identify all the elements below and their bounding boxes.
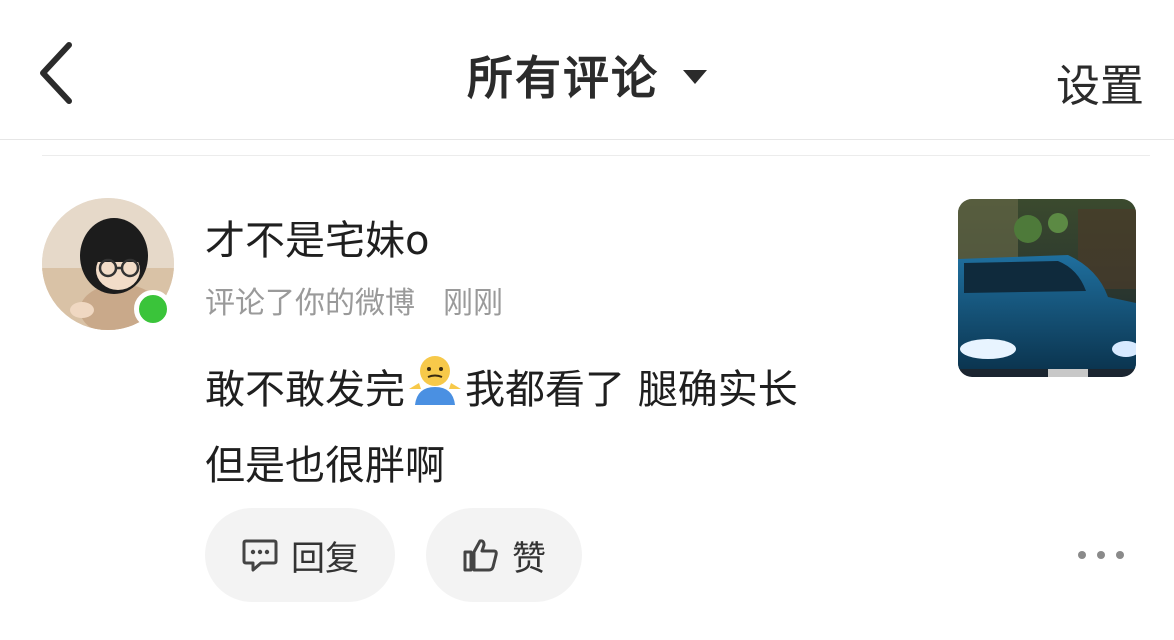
more-horizontal-icon (1097, 551, 1105, 559)
thumbnail-image (958, 199, 1136, 377)
notification-meta: 评论了你的微博 刚刚 (205, 278, 503, 322)
settings-button[interactable]: 设置 (1056, 50, 1144, 114)
caret-down-icon (683, 70, 707, 84)
online-status-dot (134, 290, 172, 328)
like-button[interactable]: 赞 (426, 508, 582, 602)
comment-text: 敢不敢发完 我都看了 腿确实长 但是也很胖啊 (205, 354, 905, 502)
reply-label: 回复 (291, 538, 359, 579)
post-thumbnail[interactable] (958, 199, 1136, 377)
comment-segment: 我都看了 腿确实长 (465, 367, 798, 413)
shrug-emoji-icon (407, 355, 463, 430)
title-dropdown[interactable]: 所有评论 (0, 42, 1174, 108)
divider (42, 155, 1150, 156)
comment-segment: 敢不敢发完 (205, 367, 405, 413)
comment-icon (242, 539, 278, 572)
timestamp: 刚刚 (443, 286, 503, 321)
more-options-button[interactable] (1078, 540, 1124, 570)
top-bar: 所有评论 设置 (0, 0, 1174, 140)
page-title: 所有评论 (467, 51, 659, 105)
comment-line-2: 但是也很胖啊 (205, 442, 445, 489)
action-text: 评论了你的微博 (205, 286, 415, 321)
thumbs-up-icon (463, 539, 498, 572)
more-horizontal-icon (1078, 551, 1086, 559)
username[interactable]: 才不是宅妹o (205, 208, 429, 266)
comment-line-1: 敢不敢发完 我都看了 腿确实长 (205, 354, 905, 430)
like-label: 赞 (512, 538, 546, 579)
reply-button[interactable]: 回复 (205, 508, 395, 602)
more-horizontal-icon (1116, 551, 1124, 559)
